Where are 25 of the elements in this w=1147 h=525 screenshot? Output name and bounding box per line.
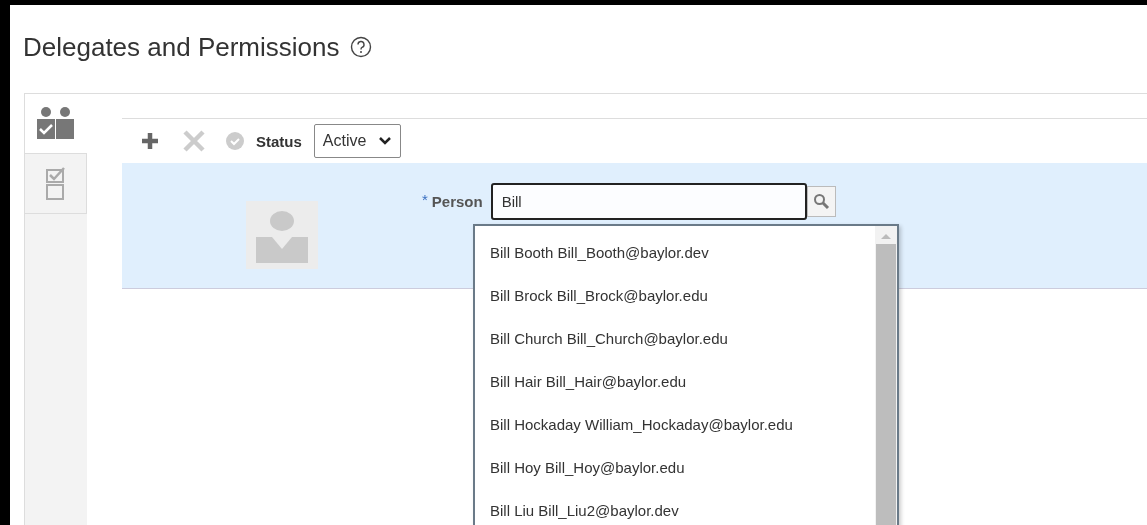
suggestion-item[interactable]: Bill Hair Bill_Hair@baylor.edu: [475, 360, 875, 403]
search-icon: [812, 193, 830, 210]
side-tab[interactable]: [25, 154, 87, 214]
required-mark: *: [422, 191, 428, 208]
suggestion-item[interactable]: Bill Hoy Bill_Hoy@baylor.edu: [475, 446, 875, 489]
checklist-icon: [44, 166, 67, 200]
page-title: Delegates and Permissions: [23, 31, 340, 63]
people-icon: [36, 106, 76, 140]
status-label: Status: [256, 132, 302, 150]
suggestion-item[interactable]: Bill Hockaday William_Hockaday@baylor.edu: [475, 403, 875, 446]
scrollbar[interactable]: [875, 226, 897, 525]
suggestion-item[interactable]: Bill Liu Bill_Liu2@baylor.dev: [475, 489, 875, 525]
suggestion-item[interactable]: Bill Booth Bill_Booth@baylor.dev: [475, 231, 875, 274]
person-placeholder-icon: [246, 201, 318, 269]
person-input[interactable]: Bill: [490, 183, 807, 220]
add-icon[interactable]: [140, 131, 160, 151]
chevron-down-icon: [378, 136, 393, 146]
status-select[interactable]: Active: [313, 124, 402, 158]
person-label: Person: [431, 193, 483, 210]
suggestion-item[interactable]: Bill Brock Bill_Brock@baylor.edu: [475, 274, 875, 317]
scroll-up-icon[interactable]: [880, 232, 892, 240]
help-icon[interactable]: [349, 36, 372, 58]
side-tab[interactable]: [25, 94, 87, 154]
search-button[interactable]: [806, 186, 836, 217]
suggestion-item[interactable]: Bill Church Bill_Church@baylor.edu: [475, 317, 875, 360]
